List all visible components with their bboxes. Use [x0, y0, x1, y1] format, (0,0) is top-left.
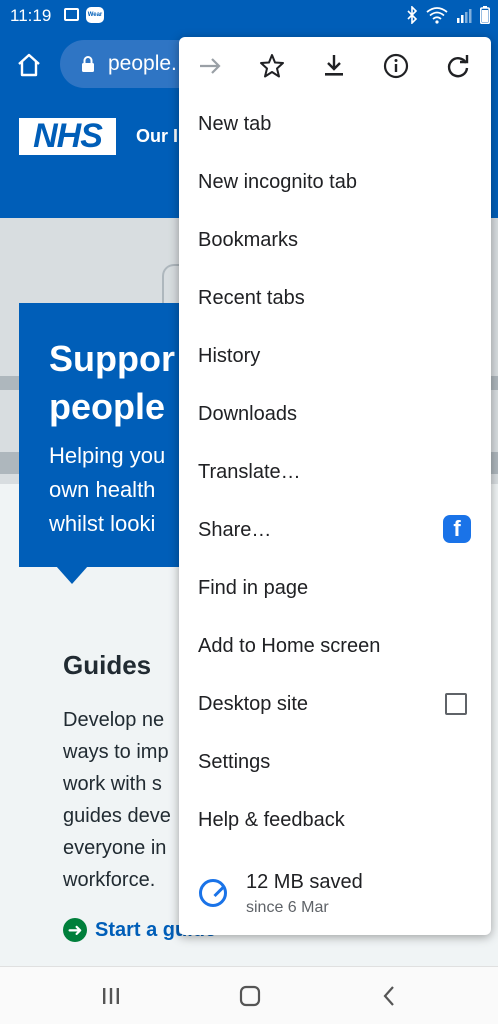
menu-item-translate[interactable]: Translate…	[179, 443, 491, 501]
desktop-site-checkbox[interactable]	[445, 693, 467, 715]
menu-item-history[interactable]: History	[179, 327, 491, 385]
menu-item-label: Add to Home screen	[198, 635, 381, 657]
home-nav-icon[interactable]	[235, 983, 265, 1009]
refresh-icon[interactable]	[443, 51, 473, 81]
hero-pointer	[56, 566, 88, 584]
lock-icon	[82, 56, 94, 72]
menu-item-downloads[interactable]: Downloads	[179, 385, 491, 443]
signal-icon	[457, 9, 472, 23]
forward-icon[interactable]	[195, 51, 225, 81]
menu-item-new-tab[interactable]: New tab	[179, 95, 491, 153]
wear-app-icon: Wear	[86, 7, 104, 23]
menu-item-label: Desktop site	[198, 693, 309, 715]
arrow-right-icon: ➜	[63, 918, 87, 942]
status-icons	[406, 6, 490, 24]
menu-item-label: Share…	[198, 519, 272, 541]
menu-item-label: Help & feedback	[198, 809, 345, 831]
recent-apps-icon[interactable]	[96, 983, 126, 1009]
org-name: Our I	[136, 126, 179, 146]
back-icon[interactable]	[375, 983, 405, 1009]
facebook-icon[interactable]: f	[443, 515, 471, 543]
menu-item-label: Translate…	[198, 461, 301, 483]
gauge-icon	[199, 879, 227, 907]
battery-icon	[480, 6, 490, 24]
data-saver-summary[interactable]: 12 MB saved since 6 Mar	[179, 859, 491, 929]
menu-item-find-in-page[interactable]: Find in page	[179, 559, 491, 617]
menu-item-new-incognito-tab[interactable]: New incognito tab	[179, 153, 491, 211]
download-icon[interactable]	[319, 51, 349, 81]
image-icon	[64, 8, 79, 21]
menu-item-add-to-home-screen[interactable]: Add to Home screen	[179, 617, 491, 675]
menu-item-desktop-site[interactable]: Desktop site	[179, 675, 491, 733]
menu-item-label: Downloads	[198, 403, 297, 425]
data-saved-since: since 6 Mar	[246, 899, 329, 916]
status-bar: 11:19 Wear	[0, 0, 498, 32]
overflow-menu: New tab New incognito tab Bookmarks Rece…	[179, 37, 491, 935]
wifi-icon	[426, 7, 448, 24]
status-time: 11:19	[10, 6, 52, 25]
menu-item-label: Recent tabs	[198, 287, 305, 309]
info-icon[interactable]	[381, 51, 411, 81]
hero-title: Suppor people	[49, 338, 175, 427]
menu-item-settings[interactable]: Settings	[179, 733, 491, 791]
bluetooth-icon	[407, 6, 418, 24]
star-icon[interactable]	[257, 51, 287, 81]
menu-item-label: New tab	[198, 113, 272, 135]
nhs-logo[interactable]: NHS	[19, 118, 116, 155]
system-nav-bar	[0, 966, 498, 1024]
data-saved-amount: 12 MB saved	[246, 871, 363, 893]
menu-item-label: History	[198, 345, 261, 367]
menu-toolbar	[179, 37, 491, 95]
menu-item-share[interactable]: Share… f	[179, 501, 491, 559]
guides-heading: Guides	[63, 650, 152, 680]
menu-item-bookmarks[interactable]: Bookmarks	[179, 211, 491, 269]
menu-item-label: New incognito tab	[198, 171, 357, 193]
menu-item-label: Find in page	[198, 577, 309, 599]
menu-item-recent-tabs[interactable]: Recent tabs	[179, 269, 491, 327]
hero-description: Helping you own health whilst looki	[49, 443, 166, 536]
home-icon[interactable]	[14, 50, 44, 80]
menu-item-label: Settings	[198, 751, 271, 773]
url-text: people.	[108, 52, 177, 75]
menu-item-help-feedback[interactable]: Help & feedback	[179, 791, 491, 849]
menu-item-label: Bookmarks	[198, 229, 299, 251]
